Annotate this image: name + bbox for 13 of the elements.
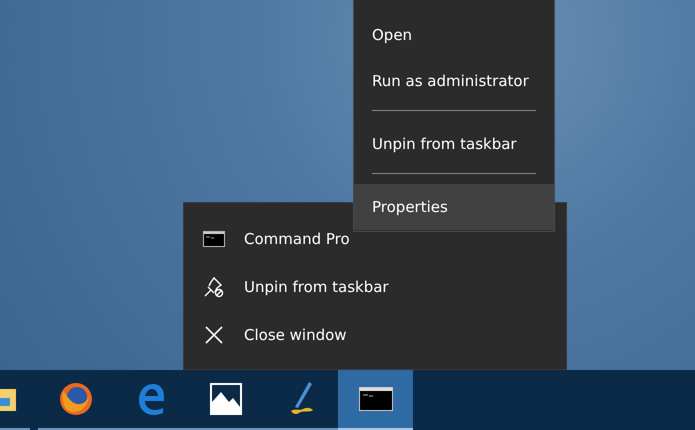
browser-globe-icon [58,382,92,416]
menu-item[interactable]: Open [354,12,554,58]
menu-item[interactable]: Unpin from taskbar [354,121,554,167]
unpin-icon [202,276,226,298]
jump-list-item[interactable]: Unpin from taskbar [184,263,566,311]
jump-list-item[interactable]: Close window [184,311,566,359]
menu-item[interactable]: Run as administrator [354,58,554,104]
taskbar-button[interactable] [338,370,413,430]
folder-icon [0,386,16,412]
menu-item[interactable]: Properties [354,184,554,230]
mountain-picture-icon [208,382,242,416]
console-icon [202,231,226,247]
console-icon [358,387,392,411]
